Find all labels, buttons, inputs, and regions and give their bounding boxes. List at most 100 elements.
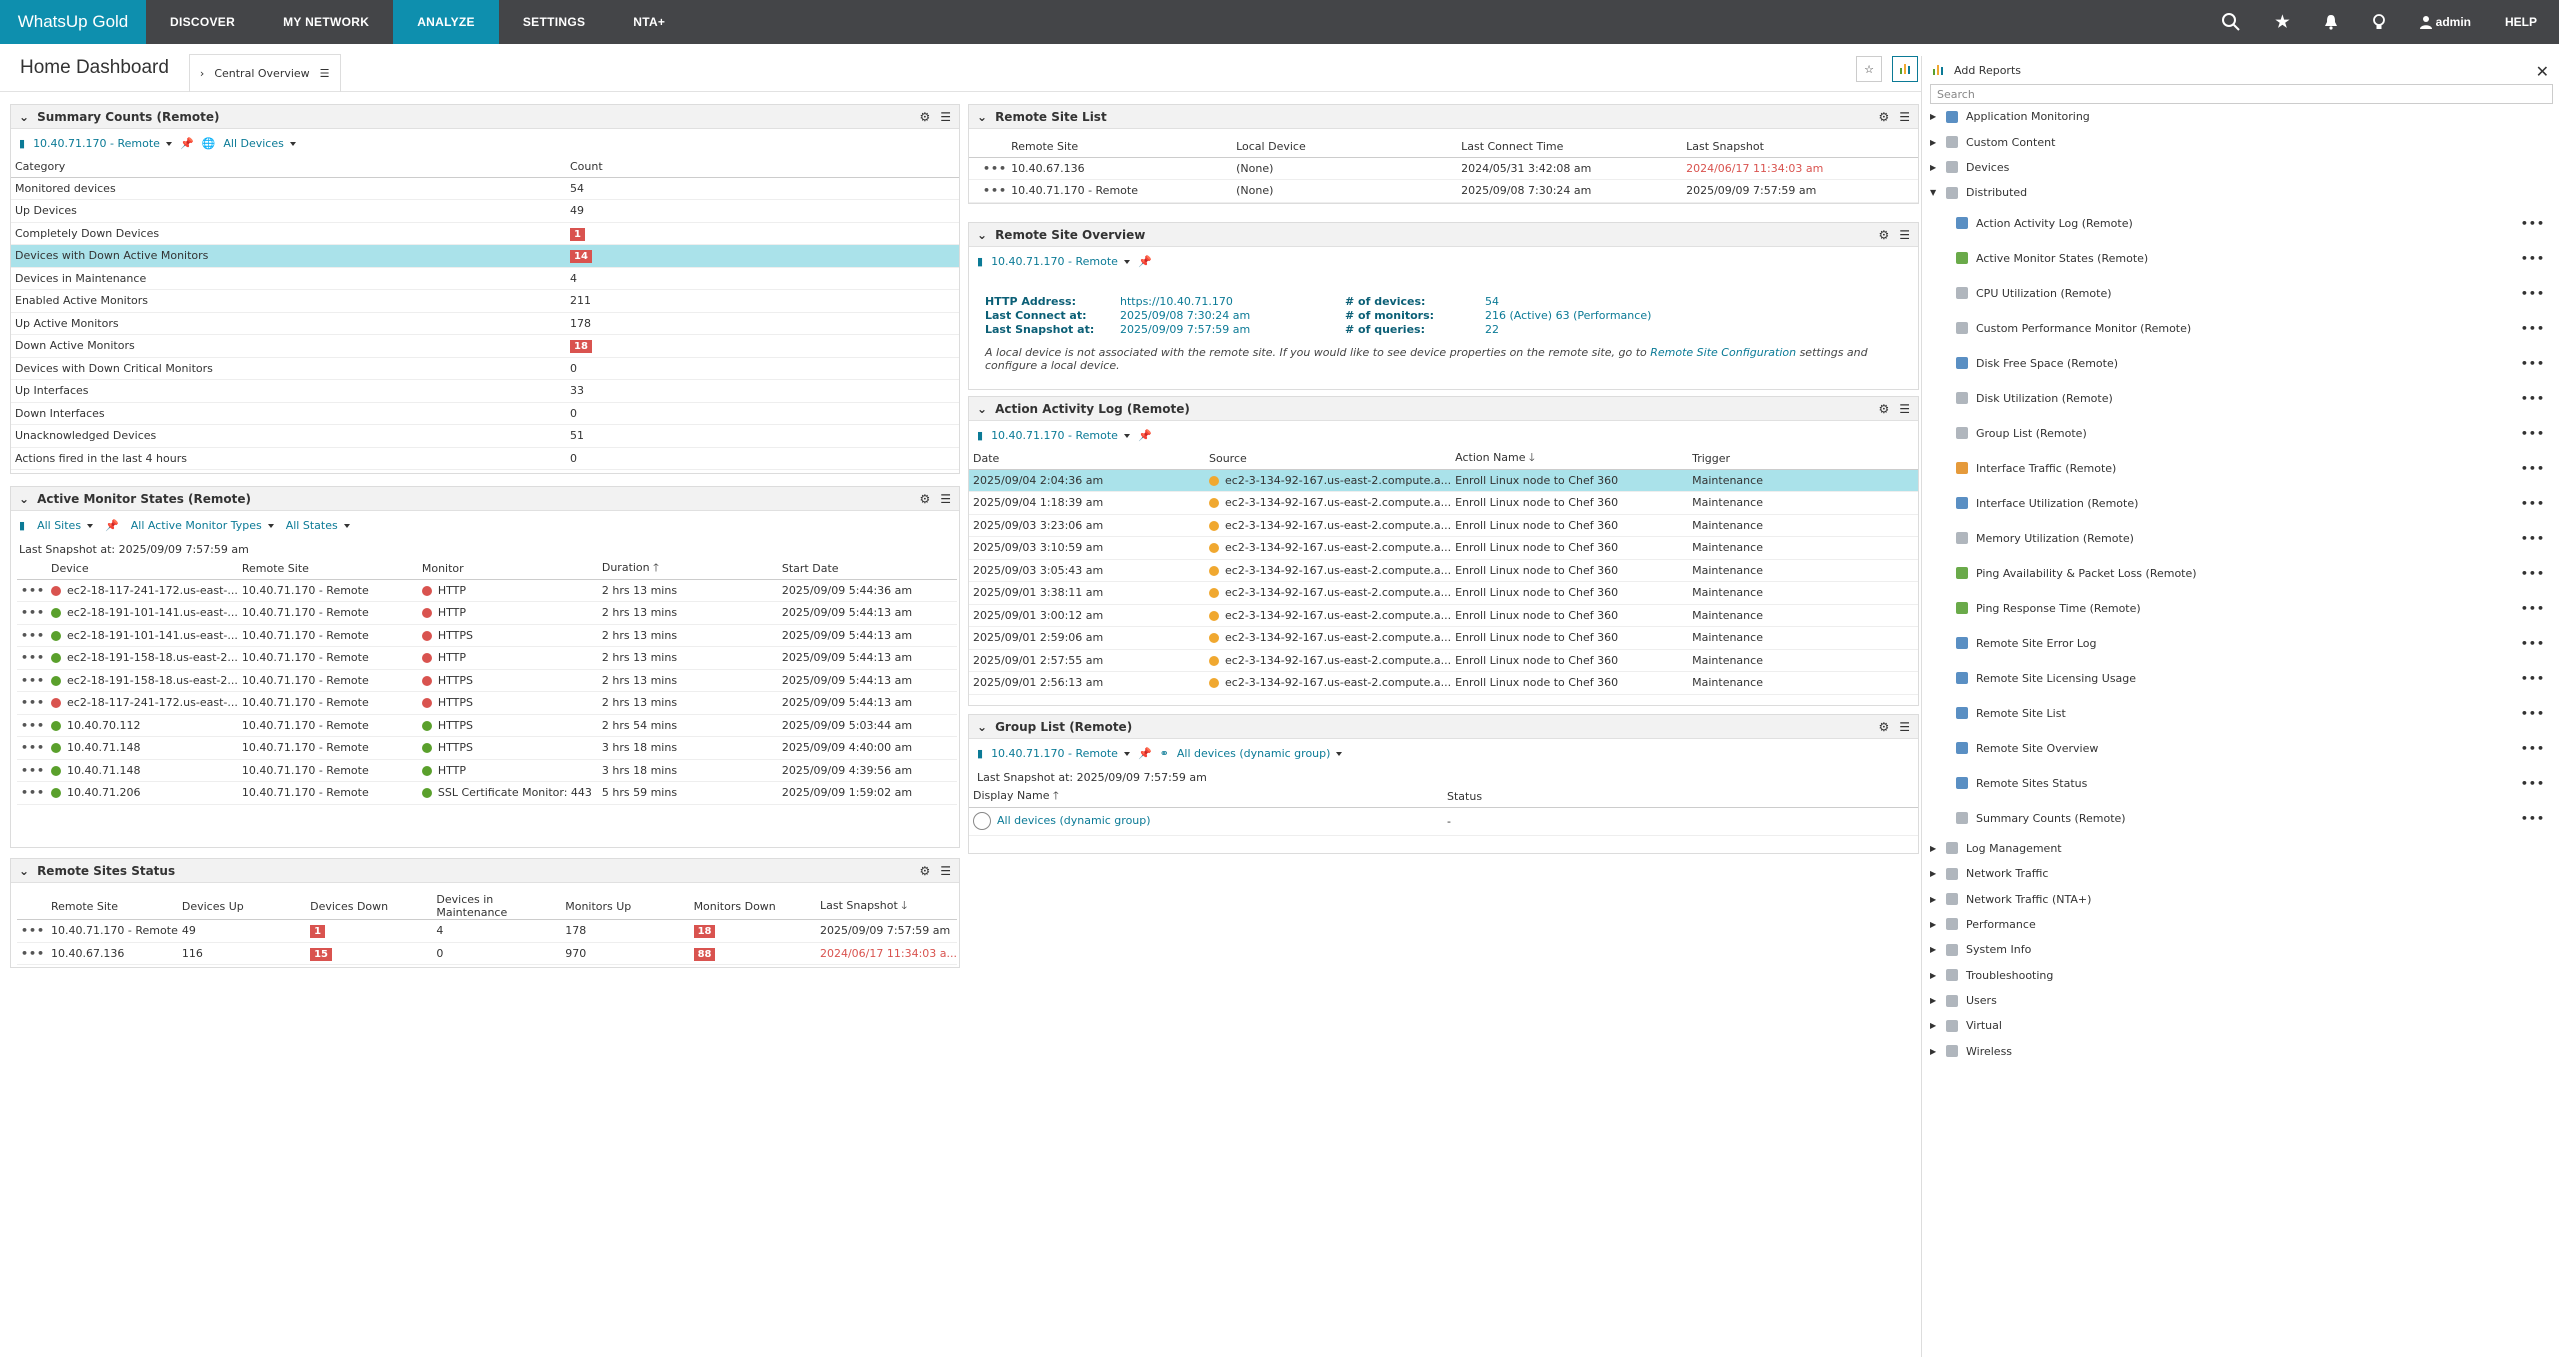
- table-row[interactable]: Up Interfaces 33: [11, 379, 959, 403]
- row-actions-icon[interactable]: •••: [17, 691, 47, 715]
- devices-down-badge[interactable]: 1: [310, 925, 326, 939]
- panel-menu-icon[interactable]: ☰: [1899, 110, 1910, 124]
- col-devices-up[interactable]: Devices Up: [177, 893, 307, 920]
- monitors-down-badge[interactable]: 18: [693, 925, 716, 939]
- report-item[interactable]: CPU Utilization (Remote) •••: [1922, 276, 2559, 311]
- table-row[interactable]: 2025/09/04 2:04:36 am ec2-3-134-92-167.us…: [969, 469, 1918, 492]
- more-options-icon[interactable]: •••: [2521, 462, 2545, 475]
- nav-discover[interactable]: DISCOVER: [146, 0, 259, 44]
- more-options-icon[interactable]: •••: [2521, 637, 2545, 650]
- col-local-device[interactable]: Local Device: [1232, 137, 1458, 158]
- collapse-chevron-icon[interactable]: ⌄: [19, 492, 29, 506]
- report-category[interactable]: ▶ Application Monitoring: [1922, 104, 2559, 129]
- collapsed-arrow-icon[interactable]: ▶: [1930, 138, 1938, 147]
- table-row[interactable]: Down Interfaces 0: [11, 402, 959, 425]
- col-duration[interactable]: Duration 🡑: [597, 559, 778, 580]
- http-value[interactable]: https://10.40.71.170: [1120, 295, 1345, 308]
- report-category[interactable]: ▶ Custom Content: [1922, 129, 2559, 154]
- app-logo[interactable]: WhatsUp Gold: [0, 0, 146, 44]
- panel-menu-icon[interactable]: ☰: [940, 110, 951, 124]
- table-row[interactable]: All devices (dynamic group) -: [969, 807, 1918, 836]
- more-options-icon[interactable]: •••: [2521, 532, 2545, 545]
- reports-search-input[interactable]: Search: [1930, 84, 2553, 104]
- more-options-icon[interactable]: •••: [2521, 812, 2545, 825]
- states-filter[interactable]: All States: [286, 519, 350, 532]
- report-category[interactable]: ▶ Troubleshooting: [1922, 963, 2559, 988]
- table-row[interactable]: ••• ec2-18-117-241-172.us-east-... 10.40.7…: [17, 579, 957, 602]
- gear-icon[interactable]: ⚙: [1878, 720, 1889, 734]
- collapsed-arrow-icon[interactable]: ▶: [1930, 945, 1938, 954]
- gear-icon[interactable]: ⚙: [1878, 110, 1889, 124]
- table-row[interactable]: 2025/09/01 3:00:12 am ec2-3-134-92-167.us…: [969, 604, 1918, 627]
- table-row[interactable]: Up Devices 49: [11, 199, 959, 223]
- table-row[interactable]: 2025/09/01 2:56:13 am ec2-3-134-92-167.us…: [969, 671, 1918, 695]
- row-actions-icon[interactable]: •••: [17, 646, 47, 670]
- col-devices-maintenance[interactable]: Devices in Maintenance: [432, 893, 562, 920]
- star-icon[interactable]: ★: [2275, 12, 2289, 32]
- row-actions-icon[interactable]: •••: [17, 736, 47, 760]
- report-item[interactable]: Interface Traffic (Remote) •••: [1922, 451, 2559, 486]
- panel-menu-icon[interactable]: ☰: [940, 864, 951, 878]
- report-item[interactable]: Remote Site Error Log •••: [1922, 626, 2559, 661]
- table-row[interactable]: ••• 10.40.71.148 10.40.71.170 - Remote HTTP…: [17, 736, 957, 760]
- col-count[interactable]: Count: [566, 157, 959, 178]
- report-item[interactable]: Memory Utilization (Remote) •••: [1922, 521, 2559, 556]
- collapsed-arrow-icon[interactable]: ▶: [1930, 163, 1938, 172]
- table-row[interactable]: 2025/09/01 3:38:11 am ec2-3-134-92-167.us…: [969, 581, 1918, 605]
- collapsed-arrow-icon[interactable]: ▶: [1930, 844, 1938, 853]
- col-monitors-up[interactable]: Monitors Up: [561, 893, 690, 920]
- col-date[interactable]: Date: [969, 449, 1205, 470]
- table-row[interactable]: ••• 10.40.71.148 10.40.71.170 - Remote HTTP…: [17, 759, 957, 782]
- more-options-icon[interactable]: •••: [2521, 742, 2545, 755]
- gear-icon[interactable]: ⚙: [1878, 402, 1889, 416]
- more-options-icon[interactable]: •••: [2521, 287, 2545, 300]
- count-badge[interactable]: 14: [570, 250, 592, 264]
- pin-icon[interactable]: 📌: [180, 137, 194, 150]
- more-options-icon[interactable]: •••: [2521, 357, 2545, 370]
- col-trigger[interactable]: Trigger: [1688, 449, 1918, 470]
- report-category[interactable]: ▶ Wireless: [1922, 1039, 2559, 1064]
- collapsed-arrow-icon[interactable]: ▶: [1930, 1021, 1938, 1030]
- collapse-chevron-icon[interactable]: ⌄: [977, 402, 987, 416]
- table-row[interactable]: Up Active Monitors 178: [11, 312, 959, 335]
- report-category[interactable]: ▼ Distributed: [1922, 180, 2559, 205]
- collapsed-arrow-icon[interactable]: ▶: [1930, 996, 1938, 1005]
- report-item[interactable]: Summary Counts (Remote) •••: [1922, 801, 2559, 836]
- row-actions-icon[interactable]: •••: [17, 601, 47, 625]
- col-monitor[interactable]: Monitor: [417, 559, 598, 580]
- report-item[interactable]: Ping Response Time (Remote) •••: [1922, 591, 2559, 626]
- table-row[interactable]: ••• ec2-18-191-101-141.us-east-... 10.40.7…: [17, 601, 957, 625]
- table-row[interactable]: 2025/09/01 2:57:55 am ec2-3-134-92-167.us…: [969, 649, 1918, 672]
- more-options-icon[interactable]: •••: [2521, 252, 2545, 265]
- col-remote-site[interactable]: Remote Site: [237, 559, 418, 580]
- col-display-name[interactable]: Display Name 🡑: [969, 787, 1443, 808]
- report-item[interactable]: Active Monitor States (Remote) •••: [1922, 241, 2559, 276]
- close-icon[interactable]: ✕: [2536, 62, 2549, 81]
- table-row[interactable]: Completely Down Devices 1: [11, 222, 959, 245]
- more-options-icon[interactable]: •••: [2521, 217, 2545, 230]
- more-options-icon[interactable]: •••: [2521, 602, 2545, 615]
- panel-menu-icon[interactable]: ☰: [940, 492, 951, 506]
- pin-icon[interactable]: 📌: [1138, 255, 1152, 268]
- col-remote-site[interactable]: Remote Site: [46, 893, 178, 920]
- more-options-icon[interactable]: •••: [2521, 497, 2545, 510]
- col-last-snapshot[interactable]: Last Snapshot 🡓: [815, 893, 957, 920]
- more-options-icon[interactable]: •••: [2521, 322, 2545, 335]
- help-link[interactable]: HELP: [2505, 15, 2537, 29]
- favorite-star-button[interactable]: ☆: [1856, 56, 1882, 82]
- row-actions-icon[interactable]: •••: [17, 579, 47, 602]
- col-device[interactable]: Device: [47, 559, 238, 580]
- group-selector[interactable]: All devices (dynamic group): [1177, 747, 1343, 760]
- col-source[interactable]: Source: [1205, 449, 1452, 470]
- gear-icon[interactable]: ⚙: [919, 492, 930, 506]
- expanded-arrow-icon[interactable]: ▼: [1930, 188, 1938, 197]
- col-monitors-down[interactable]: Monitors Down: [689, 893, 816, 920]
- more-options-icon[interactable]: •••: [2521, 392, 2545, 405]
- col-last-connect[interactable]: Last Connect Time: [1457, 137, 1683, 158]
- report-category[interactable]: ▶ Virtual: [1922, 1013, 2559, 1038]
- row-actions-icon[interactable]: •••: [17, 759, 47, 782]
- table-row[interactable]: Down Active Monitors 18: [11, 334, 959, 358]
- col-last-snapshot[interactable]: Last Snapshot: [1682, 137, 1918, 158]
- count-badge[interactable]: 18: [570, 340, 592, 354]
- row-actions-icon[interactable]: •••: [17, 781, 47, 805]
